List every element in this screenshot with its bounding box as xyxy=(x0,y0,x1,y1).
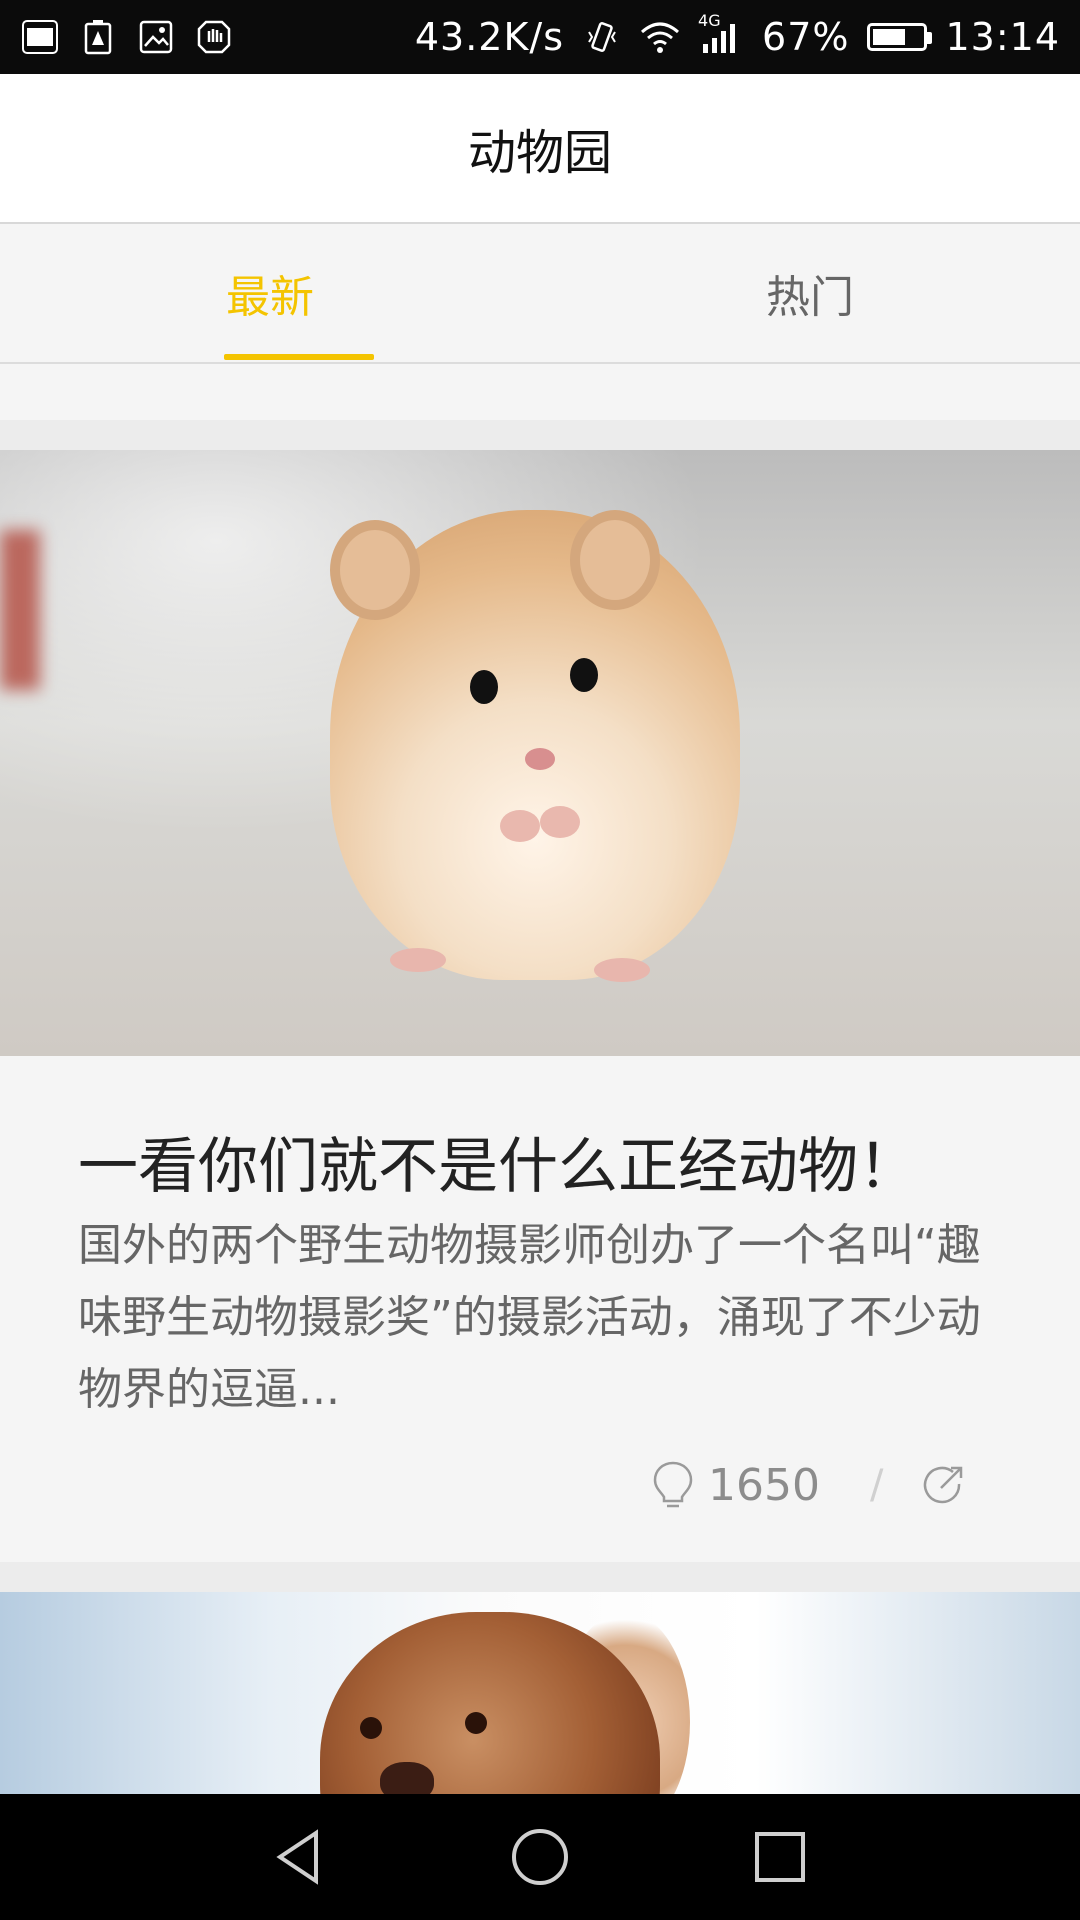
tab-bar: 最新 热门 xyxy=(0,224,1080,364)
battery-percent: 67% xyxy=(762,15,850,59)
signal-icon: 4G xyxy=(698,11,744,57)
page-title: 动物园 xyxy=(467,125,612,181)
vibrate-icon xyxy=(582,17,622,57)
status-bar-left xyxy=(20,17,234,57)
hamster-foot xyxy=(594,958,650,982)
hamster-eye xyxy=(570,658,598,692)
back-icon[interactable] xyxy=(270,1827,330,1887)
card-title[interactable]: 一看你们就不是什么正经动物！ xyxy=(78,1118,1008,1205)
feed-divider xyxy=(0,420,1080,450)
card-meta: 1650 / xyxy=(650,1450,980,1520)
network-speed: 43.2K/s xyxy=(414,15,565,59)
hamster-eye xyxy=(470,670,498,704)
dog-nose xyxy=(380,1762,434,1794)
feed-divider xyxy=(0,1562,1080,1592)
hamster-paw xyxy=(540,806,580,838)
card-image-dog[interactable] xyxy=(0,1592,1080,1794)
lightbulb-icon[interactable] xyxy=(650,1460,696,1510)
image-icon xyxy=(136,17,176,57)
status-bar: 43.2K/s 4G 67% 13:14 xyxy=(0,0,1080,74)
home-icon[interactable] xyxy=(510,1827,570,1887)
status-bar-right: 43.2K/s 4G 67% 13:14 xyxy=(414,11,1060,59)
wifi-icon xyxy=(640,17,680,57)
hamster-illustration xyxy=(330,510,740,982)
battery-icon xyxy=(867,23,933,51)
recents-icon[interactable] xyxy=(750,1827,810,1887)
card-description: 国外的两个野生动物摄影师创办了一个名叫“趣味野生动物摄影奖”的摄影活动，涌现了不… xyxy=(78,1220,981,1415)
card-image-hamster[interactable] xyxy=(0,450,1080,1056)
network-type: 4G xyxy=(698,11,721,30)
feed-card[interactable]: 一看你们就不是什么正经动物！ 国外的两个野生动物摄影师创办了一个名叫“趣味野生动… xyxy=(0,450,1080,1562)
dog-eye xyxy=(465,1712,487,1734)
image-background-detail xyxy=(0,530,40,690)
tab-latest[interactable]: 最新 xyxy=(0,224,540,362)
battery-warning-icon xyxy=(78,17,118,57)
app-bar: 动物园 xyxy=(0,74,1080,224)
like-count: 1650 xyxy=(708,1459,820,1511)
share-icon[interactable] xyxy=(923,1464,965,1506)
dog-eye xyxy=(360,1717,382,1739)
hamster-foot xyxy=(390,948,446,972)
hamster-ear xyxy=(570,510,660,610)
hamster-ear xyxy=(330,520,420,620)
tab-indicator xyxy=(224,354,374,360)
toutiao-app-icon xyxy=(20,17,60,57)
hamster-nose xyxy=(525,748,555,770)
system-nav-bar xyxy=(0,1794,1080,1920)
clock: 13:14 xyxy=(945,15,1060,59)
hamster-paw xyxy=(500,810,540,842)
battery-fill xyxy=(873,29,906,45)
tab-popular[interactable]: 热门 xyxy=(540,224,1080,362)
hand-icon xyxy=(194,17,234,57)
meta-divider: / xyxy=(869,1462,884,1508)
